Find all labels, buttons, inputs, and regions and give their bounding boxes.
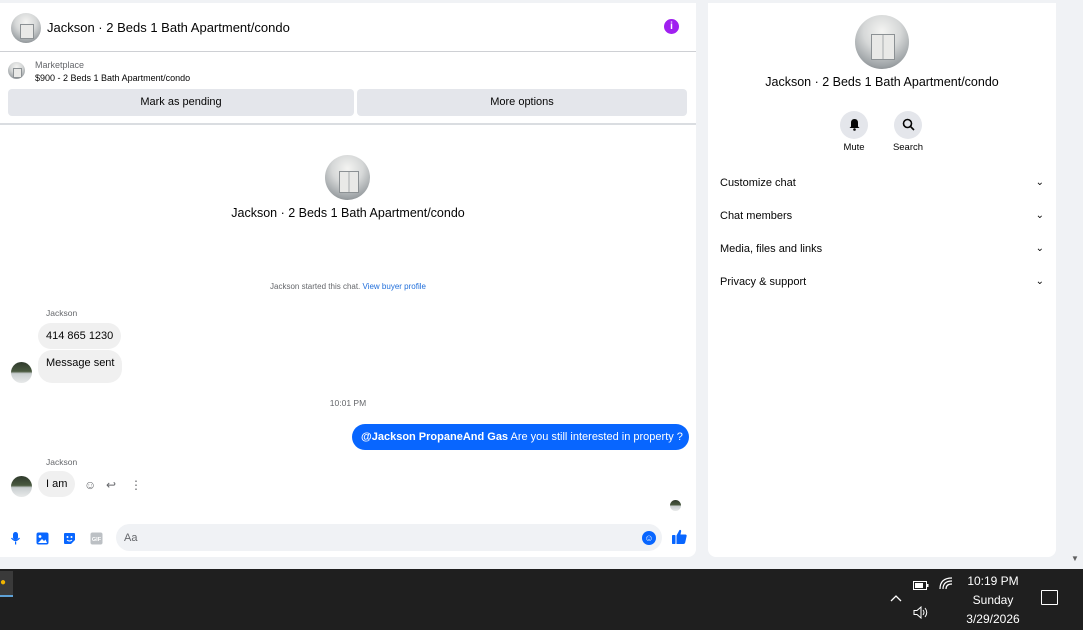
profile-avatar[interactable]	[325, 155, 370, 200]
menu-privacy-support[interactable]: Privacy & support ⌄	[720, 272, 1044, 292]
clock-day[interactable]: Sunday	[958, 593, 1028, 607]
clock-date[interactable]: 3/29/2026	[958, 612, 1028, 626]
started-text: Jackson started this chat.	[270, 282, 363, 291]
reply-icon[interactable]: ↩	[106, 478, 116, 492]
chevron-down-icon: ⌄	[1035, 276, 1044, 287]
chat-avatar[interactable]	[11, 13, 41, 43]
volume-icon[interactable]	[913, 605, 929, 622]
menu-chat-members[interactable]: Chat members ⌄	[720, 206, 1044, 226]
chat-header: Jackson · 2 Beds 1 Bath Apartment/condo …	[0, 3, 696, 52]
message-sender: Jackson	[46, 308, 78, 318]
react-icon[interactable]: ☺	[84, 478, 96, 492]
seen-indicator-avatar	[670, 500, 681, 511]
chat-panel: Jackson · 2 Beds 1 Bath Apartment/condo …	[0, 3, 696, 557]
sticker-icon[interactable]	[63, 532, 76, 545]
taskbar-app-icon[interactable]: ●	[0, 571, 13, 597]
menu-label: Customize chat	[720, 177, 796, 189]
scroll-down-arrow-icon[interactable]: ▼	[1071, 554, 1079, 563]
show-hidden-icons-chevron-icon[interactable]	[890, 591, 902, 605]
chat-info-panel: Jackson · 2 Beds 1 Bath Apartment/condo …	[708, 3, 1056, 557]
side-avatar[interactable]	[855, 15, 909, 69]
sender-avatar[interactable]	[11, 362, 32, 383]
message-input[interactable]	[116, 524, 662, 551]
wifi-icon[interactable]	[939, 577, 953, 593]
menu-customize-chat[interactable]: Customize chat ⌄	[720, 173, 1044, 193]
chevron-down-icon: ⌄	[1035, 243, 1044, 254]
gif-icon[interactable]: GIF	[90, 532, 103, 545]
notification-icon[interactable]	[1041, 590, 1058, 605]
battery-icon[interactable]	[913, 579, 929, 593]
microphone-icon[interactable]	[9, 532, 22, 545]
side-title: Jackson · 2 Beds 1 Bath Apartment/condo	[765, 75, 999, 89]
search-button[interactable]	[894, 111, 922, 139]
chevron-down-icon: ⌄	[1035, 210, 1044, 221]
mark-as-pending-button[interactable]: Mark as pending	[8, 89, 354, 116]
svg-text:GIF: GIF	[92, 537, 102, 543]
message-bubble[interactable]: Message sent	[38, 350, 123, 383]
mute-button[interactable]	[840, 111, 868, 139]
mention[interactable]: @Jackson PropaneAnd Gas	[361, 431, 508, 443]
thumbs-up-icon[interactable]	[671, 528, 688, 550]
outgoing-text: Are you still interested in property ?	[508, 431, 683, 443]
menu-label: Chat members	[720, 210, 793, 222]
marketplace-banner: Marketplace $900 - 2 Beds 1 Bath Apartme…	[0, 53, 696, 125]
outgoing-message-bubble[interactable]: @Jackson PropaneAnd Gas Are you still in…	[352, 424, 689, 450]
search-label: Search	[892, 142, 924, 153]
message-timestamp: 10:01 PM	[329, 398, 367, 408]
profile-name: Jackson · 2 Beds 1 Bath Apartment/condo	[231, 206, 465, 220]
emoji-icon[interactable]: ☺	[642, 531, 656, 545]
listing-thumbnail[interactable]	[8, 62, 25, 79]
chat-started-notice: Jackson started this chat. View buyer pr…	[0, 282, 696, 291]
sender-avatar[interactable]	[11, 476, 32, 497]
message-sender: Jackson	[46, 457, 78, 467]
menu-label: Privacy & support	[720, 276, 807, 288]
taskbar: ● 10:19 PM Sunday 3/29/2026	[0, 569, 1083, 630]
chevron-down-icon: ⌄	[1035, 177, 1044, 188]
mute-label: Mute	[843, 142, 865, 153]
search-icon	[902, 118, 915, 131]
marketplace-label: Marketplace	[35, 60, 85, 70]
more-options-button[interactable]: More options	[357, 89, 687, 116]
menu-label: Media, files and links	[720, 243, 823, 255]
photo-icon[interactable]	[36, 532, 49, 545]
clock-time[interactable]: 10:19 PM	[958, 574, 1028, 588]
message-bubble[interactable]: 414 865 1230	[38, 323, 122, 349]
chat-title[interactable]: Jackson · 2 Beds 1 Bath Apartment/condo	[47, 20, 290, 35]
message-bubble[interactable]: I am	[38, 471, 76, 497]
menu-media-files-links[interactable]: Media, files and links ⌄	[720, 239, 1044, 259]
info-icon[interactable]: i	[664, 19, 679, 34]
listing-title[interactable]: $900 - 2 Beds 1 Bath Apartment/condo	[35, 73, 190, 83]
view-buyer-profile-link[interactable]: View buyer profile	[363, 282, 426, 291]
composer: GIF ☺	[0, 518, 696, 557]
more-icon[interactable]: ⋮	[130, 478, 142, 492]
